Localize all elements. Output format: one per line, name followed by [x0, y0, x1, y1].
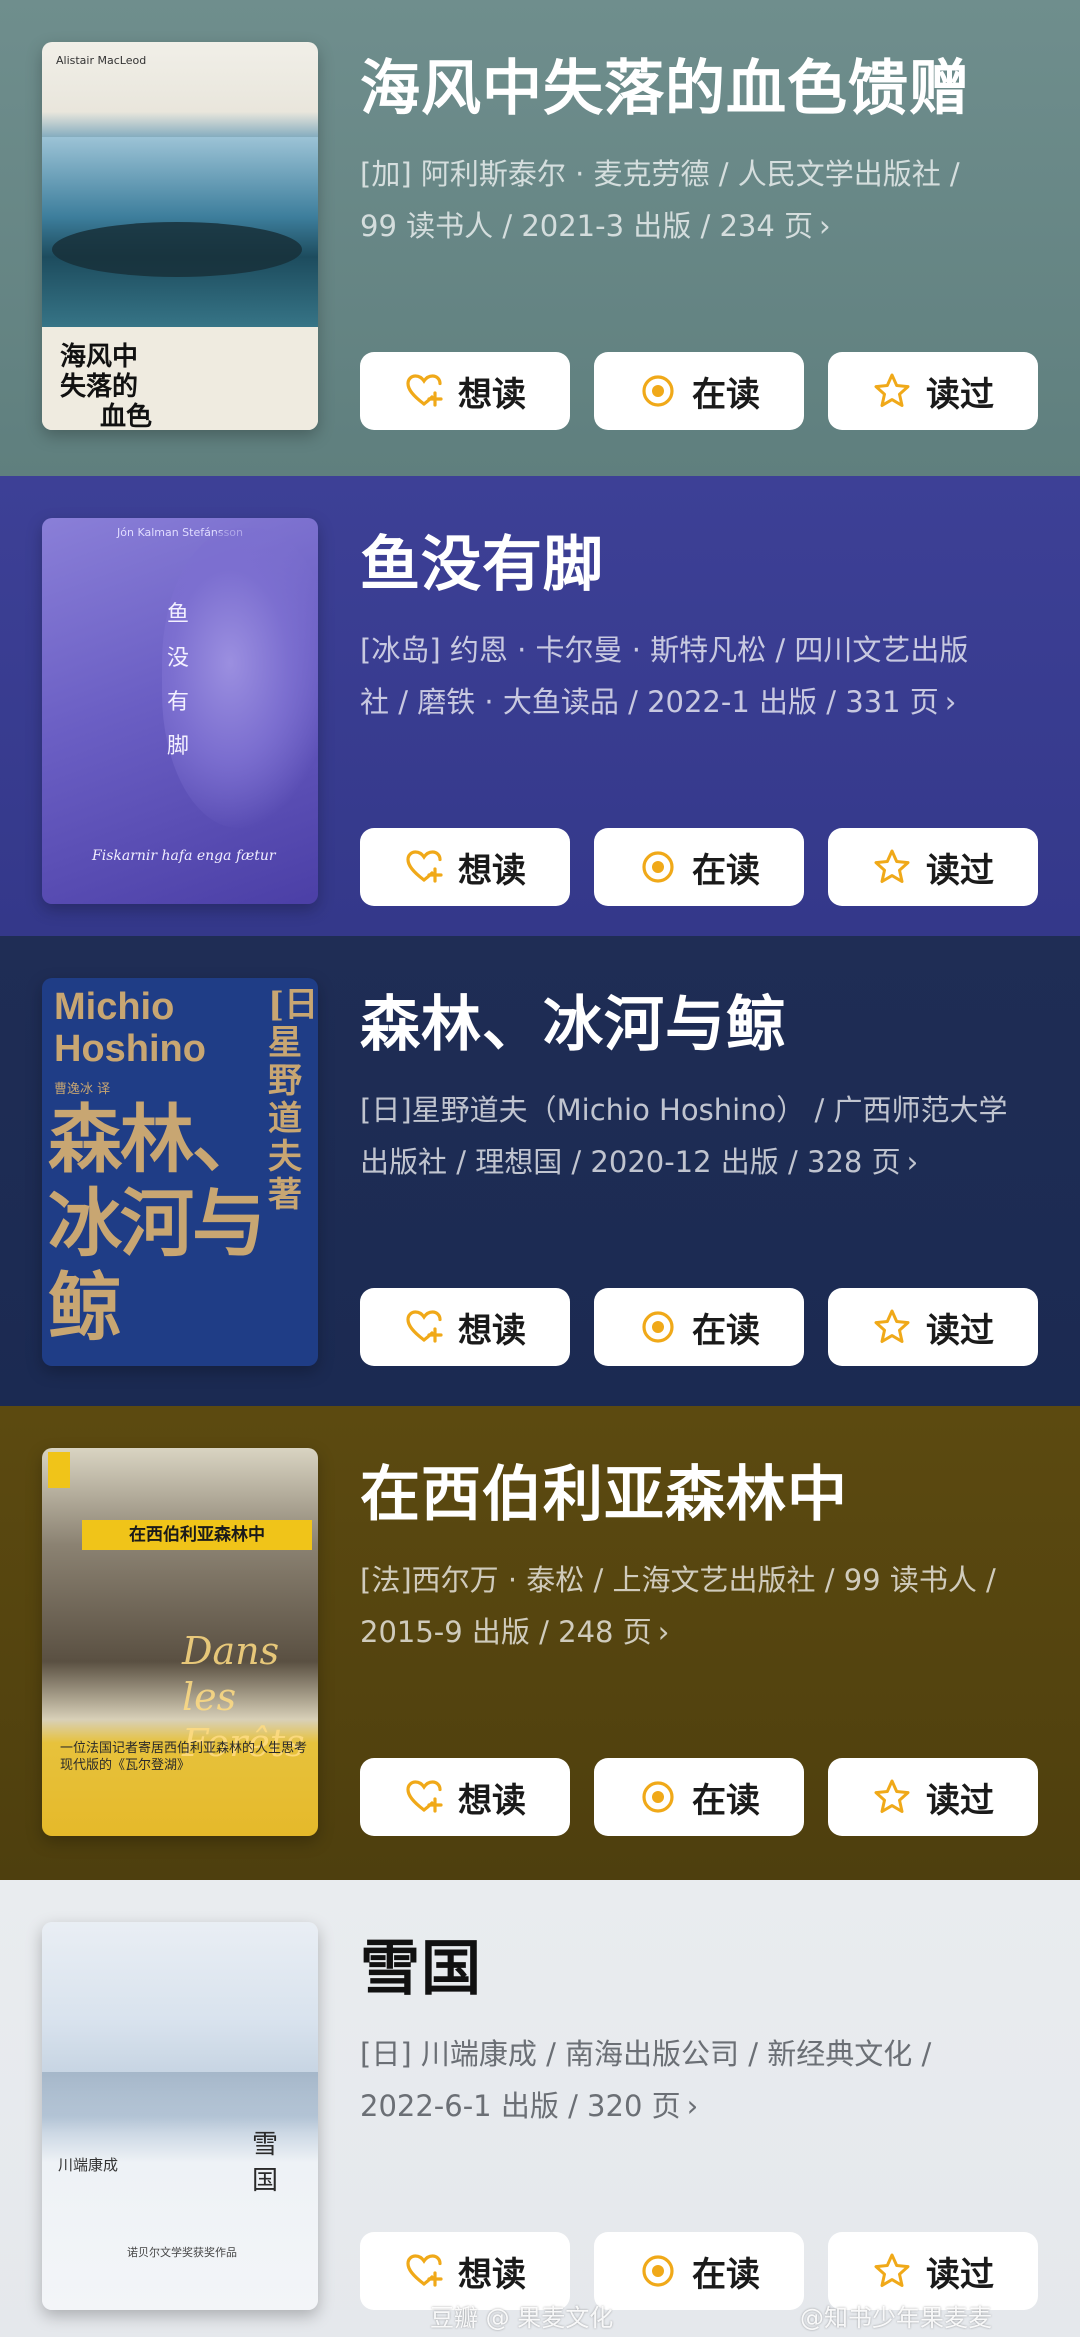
cover-title: 鱼没有脚	[167, 602, 190, 759]
book-title[interactable]: 雪国	[360, 1920, 482, 2007]
star-icon	[874, 849, 910, 883]
want-to-read-button[interactable]: 想读	[360, 828, 570, 906]
want-to-read-button[interactable]: 想读	[360, 352, 570, 430]
star-icon	[874, 373, 910, 407]
heart-plus-icon	[406, 2254, 443, 2287]
read-button[interactable]: 读过	[828, 828, 1038, 906]
cover-title: 海风中 失落的 血色 馈赠	[60, 342, 153, 430]
book-title[interactable]: 海风中失落的血色馈赠	[360, 40, 970, 127]
book-meta[interactable]: [法]西尔万 · 泰松 / 上海文艺出版社 / 99 读书人 / 2015-9 …	[360, 1554, 1040, 1658]
target-icon	[642, 851, 674, 883]
cover-title: 雪国	[252, 2130, 279, 2196]
read-button[interactable]: 读过	[828, 1288, 1038, 1366]
watermark: @知书少年果麦麦	[800, 2304, 992, 2332]
book-card[interactable]: Michio Hoshino 曹逸冰 译 [日]星野道夫 著 森林、冰河与鲸 森…	[0, 936, 1080, 1406]
book-cover[interactable]: Alistair MacLeod 海风中 失落的 血色 馈赠	[42, 42, 318, 430]
action-buttons: 想读 在读 读过	[360, 352, 1038, 430]
watermark: 豆瓣 @ 果麦文化	[430, 2304, 614, 2332]
read-button[interactable]: 读过	[828, 1758, 1038, 1836]
cover-author-en: Michio Hoshino	[54, 986, 206, 1070]
target-icon	[642, 1311, 674, 1343]
target-icon	[642, 1781, 674, 1813]
cover-author-en: Alistair MacLeod	[56, 54, 147, 67]
reading-button[interactable]: 在读	[594, 2232, 804, 2310]
book-card[interactable]: Jón Kalman Stefánsson 鱼没有脚 Fiskarnir haf…	[0, 476, 1080, 936]
heart-plus-icon	[406, 1780, 443, 1813]
cover-title: 森林、冰河与鲸	[48, 1097, 266, 1351]
chevron-right-icon: ›	[657, 1615, 670, 1649]
book-title[interactable]: 在西伯利亚森林中	[360, 1446, 848, 1533]
book-cover[interactable]: Jón Kalman Stefánsson 鱼没有脚 Fiskarnir haf…	[42, 518, 318, 904]
action-buttons: 想读 在读 读过	[360, 1288, 1038, 1366]
book-meta[interactable]: [日]星野道夫（Michio Hoshino） / 广西师范大学 出版社 / 理…	[360, 1084, 1040, 1188]
book-cover[interactable]: 在西伯利亚森林中 Dans les Forêts 一位法国记者寄居西伯利亚森林的…	[42, 1448, 318, 1836]
heart-plus-icon	[406, 850, 443, 883]
chevron-right-icon: ›	[819, 209, 831, 243]
cover-blurb: 一位法国记者寄居西伯利亚森林的人生思考 现代版的《瓦尔登湖》	[60, 1741, 308, 1773]
book-cover[interactable]: 雪国 川端康成 诺贝尔文学奖获奖作品	[42, 1922, 318, 2310]
action-buttons: 想读 在读 读过	[360, 828, 1038, 906]
target-icon	[642, 375, 674, 407]
star-icon	[874, 1779, 910, 1813]
book-meta[interactable]: [日] 川端康成 / 南海出版公司 / 新经典文化 / 2022-6-1 出版 …	[360, 2028, 1040, 2132]
book-cover[interactable]: Michio Hoshino 曹逸冰 译 [日]星野道夫 著 森林、冰河与鲸	[42, 978, 318, 1366]
cover-title: 在西伯利亚森林中	[82, 1520, 312, 1550]
want-to-read-button[interactable]: 想读	[360, 1758, 570, 1836]
heart-plus-icon	[406, 1310, 443, 1343]
cover-translator: 曹逸冰 译	[54, 1082, 111, 1097]
chevron-right-icon: ›	[686, 2089, 699, 2123]
reading-button[interactable]: 在读	[594, 352, 804, 430]
star-icon	[874, 2253, 910, 2287]
reading-button[interactable]: 在读	[594, 828, 804, 906]
chevron-right-icon: ›	[906, 1145, 919, 1179]
reading-button[interactable]: 在读	[594, 1758, 804, 1836]
target-icon	[642, 2255, 674, 2287]
read-button[interactable]: 读过	[828, 352, 1038, 430]
heart-plus-icon	[406, 374, 443, 407]
star-icon	[874, 1309, 910, 1343]
want-to-read-button[interactable]: 想读	[360, 1288, 570, 1366]
book-meta[interactable]: [冰岛] 约恩 · 卡尔曼 · 斯特凡松 / 四川文艺出版 社 / 磨铁 · 大…	[360, 624, 1040, 728]
reading-button[interactable]: 在读	[594, 1288, 804, 1366]
book-meta[interactable]: [加] 阿利斯泰尔 · 麦克劳德 / 人民文学出版社 / 99 读书人 / 20…	[360, 148, 1040, 252]
action-buttons: 想读 在读 读过	[360, 1758, 1038, 1836]
book-title[interactable]: 森林、冰河与鲸	[360, 976, 787, 1063]
cover-blurb: 诺贝尔文学奖获奖作品	[127, 2246, 237, 2259]
cover-author: 川端康成	[58, 2156, 119, 2174]
book-card[interactable]: Alistair MacLeod 海风中 失落的 血色 馈赠 海风中失落的血色馈…	[0, 0, 1080, 476]
book-title[interactable]: 鱼没有脚	[360, 516, 604, 603]
book-card[interactable]: 在西伯利亚森林中 Dans les Forêts 一位法国记者寄居西伯利亚森林的…	[0, 1406, 1080, 1880]
chevron-right-icon: ›	[944, 685, 957, 719]
book-card[interactable]: 雪国 川端康成 诺贝尔文学奖获奖作品 雪国 [日] 川端康成 / 南海出版公司 …	[0, 1880, 1080, 2337]
cover-subtitle: Fiskarnir hafa enga fætur	[92, 848, 276, 864]
